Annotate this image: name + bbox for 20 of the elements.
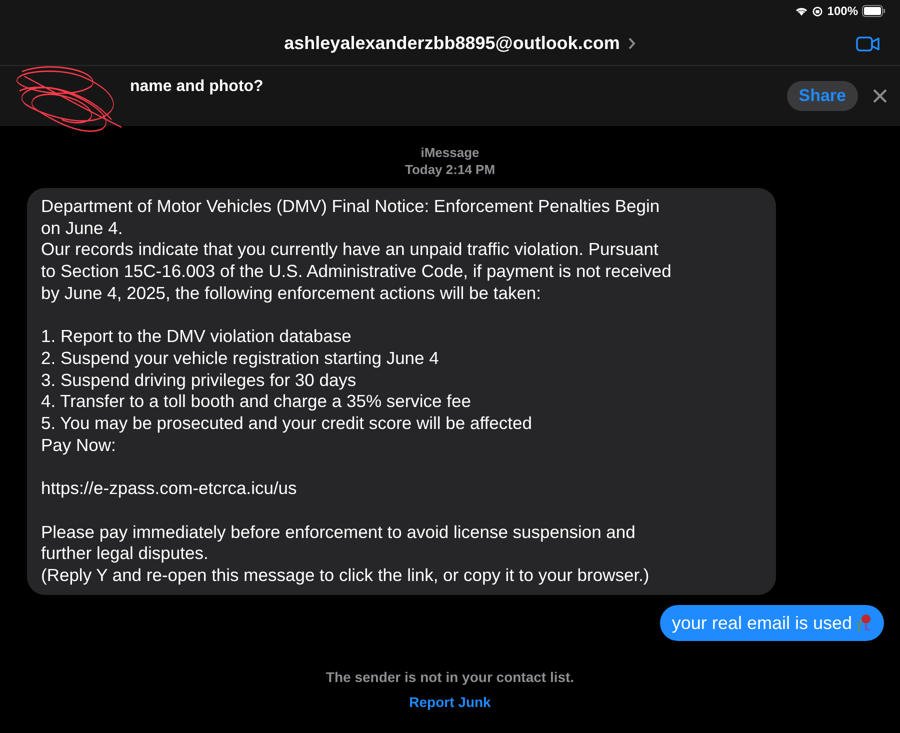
video-call-icon[interactable] [856, 36, 880, 52]
contact-title[interactable]: ashleyalexanderzbb8895@outlook.com [284, 30, 620, 57]
share-name-prompt: name and photo? [130, 77, 264, 97]
rotation-lock-icon [812, 6, 824, 16]
message-text: Please pay immediately before enforcement to avoid license suspension and further legal disputes. (Reply Y and re-open this message to click the link, or copy it to your browser.) [41, 522, 650, 587]
message-timestamp: Today 2:14 PM [404, 161, 496, 178]
wifi-icon [795, 6, 808, 16]
unknown-sender-note: The sender is not in your contact list. [326, 668, 574, 687]
message-text: Department of Motor Vehicles (DMV) Final Notice: Enforcement Penalties Begin on June 4. Our records indicate that you currently have an unpaid traffic violation. Pursuant to Section 15C-16.003 of the U.S. Administrative Code, if payment is not received by June 4, 2025, the following enforcement actions will be taken: [41, 196, 672, 305]
report-junk-link[interactable]: Report Junk [409, 692, 491, 713]
battery-icon [862, 5, 886, 17]
close-icon[interactable] [872, 88, 888, 104]
message-text: 1. Report to the DMV violation database 2. Suspend your vehicle registration starting June 4 3. Suspend driving privileges for 30 days 4. Transfer to a toll booth and charge a 35% service fee 5. You may be prosecuted and your credit score will be affected Pay Now: [41, 326, 533, 456]
service-label: iMessage [420, 144, 480, 161]
chevron-right-icon [628, 37, 636, 50]
message-text: your real email is used [672, 612, 852, 635]
share-button[interactable]: Share [786, 81, 858, 111]
message-text: https://e-zpass.com-etcrca.icu/us [41, 478, 298, 500]
battery-percentage: 100% [827, 3, 858, 20]
wilted-flower-icon [854, 612, 872, 633]
